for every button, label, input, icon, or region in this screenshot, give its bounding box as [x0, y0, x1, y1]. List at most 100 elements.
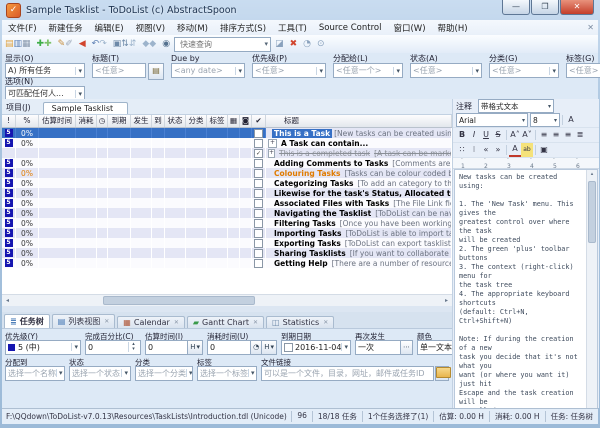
font-dialog-icon[interactable]: A — [565, 113, 577, 127]
scroll-up-icon[interactable]: ▴ — [591, 170, 594, 179]
strikethrough-icon[interactable]: S — [492, 128, 504, 142]
task-row-13[interactable]: 50%Getting Help[There are a number of re… — [2, 258, 452, 268]
unchecked-checkbox[interactable] — [254, 139, 263, 148]
task-row-1[interactable]: 50%+A Task can contain... — [2, 138, 452, 148]
highlight-icon[interactable]: ab — [521, 143, 533, 157]
indent-icon[interactable]: » — [492, 143, 504, 157]
checked-checkbox[interactable]: ✓ — [254, 149, 263, 158]
close-button[interactable]: ✕ — [560, 0, 594, 15]
filter-title-options-button[interactable]: ▤ — [148, 63, 164, 80]
new-subtask-icon[interactable]: ✚ — [44, 39, 52, 49]
alloc-to-select[interactable]: 选择一个名称▾ — [5, 366, 65, 381]
outdent-icon[interactable]: « — [480, 143, 492, 157]
print-icon[interactable]: ▦ — [22, 39, 31, 49]
open-file-icon[interactable]: ▤ — [5, 39, 14, 49]
font-color-icon[interactable]: A — [509, 143, 521, 157]
paste-icon[interactable]: ▣ — [538, 143, 550, 157]
unchecked-checkbox[interactable] — [254, 169, 263, 178]
percent-input[interactable]: 0 ▴▾ — [85, 340, 141, 355]
column-header-12[interactable]: ◙ — [240, 115, 252, 127]
category-select[interactable]: 选择一个分类▾ — [135, 366, 193, 381]
tab-calendar[interactable]: ▦Calendar✕ — [117, 316, 185, 328]
close-icon[interactable]: ✕ — [323, 319, 328, 326]
close-icon[interactable]: ✕ — [253, 319, 258, 326]
comments-text[interactable]: New tasks can be created using: 1. The '… — [455, 170, 586, 416]
menu-item-9[interactable]: 帮助(H) — [432, 22, 474, 34]
column-header-8[interactable]: 状态 — [165, 115, 186, 127]
time-track-icon[interactable]: ◔ — [303, 39, 311, 49]
expand-icon[interactable]: + — [268, 139, 277, 148]
column-header-10[interactable]: 标签 — [207, 115, 228, 127]
priority-select[interactable]: 5 (中)▾ — [5, 340, 81, 355]
font-size-select[interactable]: 8▾ — [530, 113, 560, 127]
filter-priority-select[interactable]: <任意>▾ — [252, 63, 326, 78]
unchecked-checkbox[interactable] — [254, 239, 263, 248]
unchecked-checkbox[interactable] — [254, 199, 263, 208]
sort-asc-icon[interactable]: ⇅ — [121, 39, 129, 49]
unchecked-checkbox[interactable] — [254, 179, 263, 188]
column-header-2[interactable]: 估算时间 — [39, 115, 76, 127]
numbered-list-icon[interactable]: ⁝ — [468, 143, 480, 157]
column-header-14[interactable]: 标题 — [266, 115, 452, 127]
filter-status-select[interactable]: <任意>▾ — [410, 63, 482, 78]
unchecked-checkbox[interactable] — [254, 209, 263, 218]
tab-task-tree[interactable]: ≣任务树 — [4, 314, 50, 328]
recurrence-input[interactable]: 一次 — [355, 340, 401, 355]
recurrence-edit-button[interactable]: ⋯ — [401, 340, 413, 355]
task-row-3[interactable]: 50%Adding Comments to Tasks[Comments are… — [2, 158, 452, 168]
column-header-1[interactable]: % — [16, 115, 39, 127]
column-header-9[interactable]: 分类 — [186, 115, 207, 127]
menu-item-2[interactable]: 编辑(E) — [89, 22, 130, 34]
filter-icon[interactable]: ◪ — [275, 39, 284, 49]
unchecked-checkbox[interactable] — [254, 219, 263, 228]
italic-icon[interactable]: I — [468, 128, 480, 142]
task-table-header[interactable]: !%估算时间消耗◷到期发生到状态分类标签▦◙✔标题 — [2, 115, 452, 128]
task-row-0[interactable]: 50%This is a Task[New tasks can be creat… — [2, 128, 452, 138]
tasklist-file-tab[interactable]: Sample Tasklist — [43, 102, 129, 114]
task-row-9[interactable]: 50%Filtering Tasks[Once you have been wo… — [2, 218, 452, 228]
file-link-input[interactable]: 可以是一个文件，目录，网址，邮件或任务ID — [261, 366, 434, 381]
unchecked-checkbox[interactable] — [254, 229, 263, 238]
spent-unit-select[interactable]: H▾ — [262, 340, 277, 355]
percent-spinner[interactable]: ▴▾ — [128, 342, 138, 352]
preferences-icon[interactable]: ⊙ — [317, 39, 325, 49]
tab-statistics[interactable]: ◫Statistics✕ — [266, 316, 334, 328]
menubar-close-icon[interactable]: ✕ — [587, 23, 594, 32]
column-header-4[interactable]: ◷ — [97, 115, 108, 127]
delete-task-icon[interactable]: ◀ — [79, 39, 86, 49]
maximize-button[interactable]: ❐ — [531, 0, 559, 15]
grow-font-icon[interactable]: A˄ — [509, 128, 521, 142]
menu-item-3[interactable]: 视图(V) — [130, 22, 171, 34]
scroll-left-icon[interactable]: ◂ — [2, 297, 13, 304]
align-left-icon[interactable]: ≡ — [538, 128, 550, 142]
align-justify-icon[interactable]: ≣ — [574, 128, 586, 142]
align-center-icon[interactable]: ≡ — [550, 128, 562, 142]
scrollbar-thumb[interactable] — [103, 296, 255, 305]
comments-vertical-scrollbar[interactable]: ▴ ▾ — [586, 170, 597, 416]
estimate-unit-select[interactable]: H▾ — [188, 340, 203, 355]
column-header-5[interactable]: 到期 — [108, 115, 131, 127]
new-task-icon[interactable]: ✚ — [37, 39, 45, 49]
task-row-4[interactable]: 50%Colouring Tasks[Tasks can be colour c… — [2, 168, 452, 178]
menu-item-7[interactable]: Source Control — [313, 23, 388, 33]
menu-item-8[interactable]: 窗口(W) — [387, 22, 431, 34]
filter-show-select[interactable]: A) 所有任务▾ — [5, 63, 85, 78]
filter-title-input[interactable]: <任意> — [92, 63, 146, 78]
minimize-button[interactable]: — — [502, 0, 530, 15]
column-header-3[interactable]: 消耗 — [76, 115, 97, 127]
unchecked-checkbox[interactable] — [254, 189, 263, 198]
edit-title-icon[interactable]: ✐ — [65, 39, 73, 49]
filter-tag-select[interactable]: <任意>▾ — [566, 63, 600, 78]
column-header-7[interactable]: 到 — [152, 115, 165, 127]
time-track-icon[interactable]: ◔ — [251, 340, 262, 355]
menu-item-0[interactable]: 文件(F) — [2, 22, 43, 34]
due-date-picker[interactable]: 2016-11-04▾ — [281, 340, 351, 355]
align-right-icon[interactable]: ≡ — [562, 128, 574, 142]
close-icon[interactable]: ✕ — [174, 319, 179, 326]
tab-gantt-chart[interactable]: ▰Gantt Chart✕ — [187, 316, 264, 328]
browse-file-button[interactable] — [435, 366, 449, 381]
underline-icon[interactable]: U — [480, 128, 492, 142]
tab-list-view[interactable]: ▤列表视图✕ — [52, 314, 116, 328]
task-row-7[interactable]: 50%Associated Files with Tasks[The File … — [2, 198, 452, 208]
bold-icon[interactable]: B — [456, 128, 468, 142]
